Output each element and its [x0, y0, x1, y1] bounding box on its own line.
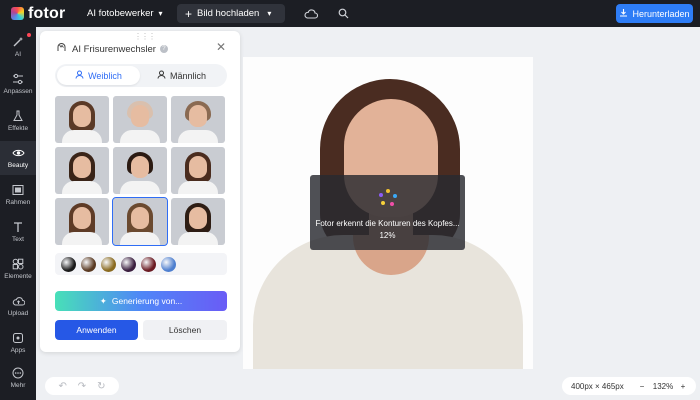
zoom-in-button[interactable]: + — [678, 382, 688, 391]
hair-color-swatch[interactable] — [101, 256, 116, 272]
redo-icon[interactable]: ↷ — [78, 381, 86, 392]
magic-wand-icon — [12, 36, 24, 49]
eye-icon — [11, 147, 25, 160]
hairstyle-option[interactable] — [55, 198, 109, 245]
rail-item-text[interactable]: Text — [0, 215, 36, 249]
person-icon — [157, 70, 166, 81]
rail-label: Apps — [10, 347, 26, 354]
processing-overlay: Fotor erkennt die Konturen des Kopfes...… — [310, 175, 465, 250]
processing-progress: 12% — [379, 231, 396, 240]
frame-icon — [12, 184, 24, 197]
generate-button[interactable]: ✦ Generierung von... — [55, 291, 227, 311]
tab-female-label: Weiblich — [88, 70, 122, 81]
drag-handle-icon[interactable]: ⋮⋮⋮ — [134, 32, 156, 41]
cloud-upload-icon — [12, 295, 25, 308]
panel-header: AI Frisurenwechsler ? ✕ — [56, 40, 226, 56]
gender-toggle: Weiblich Männlich — [55, 64, 227, 87]
hairstyle-option-selected[interactable] — [112, 197, 168, 246]
hair-color-swatch[interactable] — [161, 256, 176, 272]
rail-item-upload[interactable]: Upload — [0, 289, 36, 323]
hairstyle-option[interactable] — [171, 96, 225, 143]
cloud-icon[interactable] — [304, 4, 318, 23]
search-icon[interactable] — [338, 4, 349, 23]
rail-label: Anpassen — [3, 88, 33, 95]
hairstyle-option[interactable] — [171, 147, 225, 194]
sliders-icon — [12, 73, 24, 86]
rail-label: Beauty — [7, 162, 29, 169]
download-button[interactable]: Herunterladen — [616, 4, 693, 23]
apps-icon — [12, 332, 24, 345]
hairstyle-icon — [56, 42, 67, 56]
rail-label: AI — [14, 51, 22, 58]
help-icon[interactable]: ? — [159, 45, 168, 53]
flask-icon — [12, 110, 24, 123]
apply-label: Anwenden — [76, 325, 117, 335]
history-bar: ↶ ↷ ↻ — [45, 377, 119, 395]
tab-male-label: Männlich — [169, 70, 207, 81]
rail-label: Text — [12, 236, 24, 243]
chevron-down-icon: ▾ — [267, 9, 272, 18]
processing-message: Fotor erkennt die Konturen des Kopfes... — [315, 219, 460, 228]
fotor-logo[interactable]: fotor — [11, 5, 77, 23]
undo-icon[interactable]: ↶ — [58, 381, 66, 392]
editor-menu-label: AI fotobewerker — [87, 8, 154, 19]
close-icon[interactable]: ✕ — [216, 40, 226, 54]
rail-item-mehr[interactable]: Mehr — [0, 361, 36, 395]
logo-text: fotor — [28, 4, 66, 22]
hair-color-swatch[interactable] — [141, 256, 156, 272]
delete-button[interactable]: Löschen — [143, 320, 227, 340]
hairstyle-option[interactable] — [55, 147, 109, 194]
hairstyle-changer-panel: ⋮⋮⋮ AI Frisurenwechsler ? ✕ Weiblich Män… — [40, 31, 240, 352]
hairstyle-option[interactable] — [113, 147, 167, 194]
download-icon — [619, 8, 628, 19]
hairstyle-option[interactable] — [113, 96, 167, 143]
download-label: Herunterladen — [632, 8, 690, 19]
delete-label: Löschen — [168, 325, 202, 335]
rail-item-anpassen[interactable]: Anpassen — [0, 67, 36, 101]
left-toolbar: AI Anpassen Effekte Beauty Rahmen Text E… — [0, 27, 36, 400]
rail-item-rahmen[interactable]: Rahmen — [0, 178, 36, 212]
plus-icon: + — [185, 6, 193, 21]
hair-color-swatch[interactable] — [81, 256, 96, 272]
top-bar: fotor AI fotobewerker ▾ + Bild hochladen… — [0, 0, 700, 27]
rail-item-ai[interactable]: AI — [0, 30, 36, 64]
notification-dot — [27, 33, 31, 37]
rail-item-effekte[interactable]: Effekte — [0, 104, 36, 138]
hair-color-swatch[interactable] — [61, 256, 76, 272]
chevron-down-icon: ▾ — [158, 9, 163, 18]
reset-icon[interactable]: ↻ — [97, 381, 105, 392]
upload-image-button[interactable]: + Bild hochladen ▾ — [177, 4, 285, 23]
sparkle-icon: ✦ — [99, 295, 107, 306]
tab-male[interactable]: Männlich — [140, 66, 223, 85]
generate-label: Generierung von... — [111, 296, 183, 306]
zoom-out-button[interactable]: − — [637, 382, 647, 391]
person-icon — [75, 70, 84, 81]
text-icon — [12, 221, 24, 234]
rail-label: Rahmen — [5, 199, 31, 206]
canvas-size[interactable]: 400px × 465px — [571, 382, 631, 391]
rail-item-elemente[interactable]: Elemente — [0, 252, 36, 286]
shapes-icon — [12, 258, 24, 271]
rail-item-beauty[interactable]: Beauty — [0, 141, 36, 175]
loading-spinner-icon — [379, 189, 397, 207]
hairstyle-grid — [55, 96, 227, 246]
panel-title: AI Frisurenwechsler — [72, 43, 156, 55]
rail-label: Upload — [7, 310, 29, 317]
rail-label: Mehr — [10, 382, 26, 389]
rail-item-apps[interactable]: Apps — [0, 326, 36, 360]
hair-color-swatch[interactable] — [121, 256, 136, 272]
apply-button[interactable]: Anwenden — [55, 320, 138, 340]
rail-label: Effekte — [7, 125, 29, 132]
zoom-bar: 400px × 465px − 132% + — [562, 377, 696, 395]
upload-image-label: Bild hochladen — [197, 8, 260, 19]
more-icon — [12, 367, 24, 380]
tab-female[interactable]: Weiblich — [57, 66, 140, 85]
zoom-level[interactable]: 132% — [652, 382, 674, 391]
hairstyle-option[interactable] — [55, 96, 109, 143]
hairstyle-option[interactable] — [171, 198, 225, 245]
rail-label: Elemente — [4, 273, 32, 280]
editor-menu[interactable]: AI fotobewerker ▾ — [87, 4, 163, 23]
fotor-logo-icon — [11, 7, 24, 20]
hair-color-swatches — [55, 253, 227, 275]
